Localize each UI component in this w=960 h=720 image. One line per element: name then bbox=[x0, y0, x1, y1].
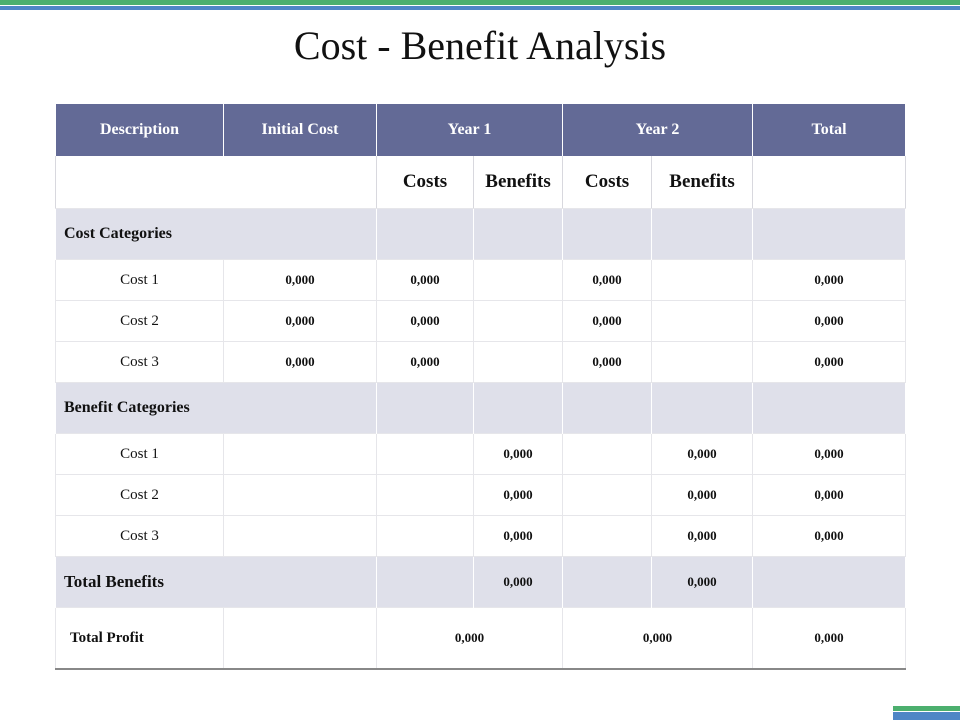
cell-year1-benefits bbox=[472, 300, 564, 342]
subheader-year2-benefits: Benefits bbox=[651, 156, 754, 209]
cell-year2-benefits bbox=[651, 259, 754, 301]
subheader-total-empty bbox=[752, 156, 907, 209]
cell-year1-costs bbox=[376, 433, 474, 475]
header-year-1: Year 1 bbox=[375, 104, 564, 156]
cell-total: 0,000 bbox=[752, 341, 907, 383]
cell-year1-benefits: 0,000 bbox=[472, 474, 564, 516]
cell-total: 0,000 bbox=[752, 515, 907, 557]
cell-initial-cost: 0,000 bbox=[223, 341, 377, 383]
total-profit-row: Total Profit 0,000 0,000 0,000 bbox=[55, 607, 907, 670]
cell-initial-cost bbox=[223, 433, 377, 475]
table-row: Cost 1 0,000 0,000 0,000 0,000 bbox=[55, 259, 907, 301]
table-row: Cost 2 0,000 0,000 0,000 bbox=[55, 474, 907, 516]
header-description: Description bbox=[55, 104, 224, 156]
cell-year1-costs bbox=[376, 474, 474, 516]
benefit-categories-label: Benefit Categories bbox=[55, 382, 377, 434]
total-benefits-row: Total Benefits 0,000 0,000 bbox=[55, 556, 907, 608]
table-subheader-row: Costs Benefits Costs Benefits bbox=[55, 156, 907, 209]
header-initial-cost: Initial Cost bbox=[223, 104, 377, 156]
total-benefits-year1: 0,000 bbox=[472, 556, 564, 608]
cell-year1-costs: 0,000 bbox=[376, 300, 474, 342]
cell-year2-costs: 0,000 bbox=[562, 341, 653, 383]
top-accent-bar-blue bbox=[0, 6, 960, 10]
row-label: Cost 3 bbox=[55, 341, 224, 383]
row-label: Cost 1 bbox=[55, 433, 224, 475]
header-total: Total bbox=[752, 104, 907, 156]
cost-categories-label: Cost Categories bbox=[55, 208, 377, 260]
cell-total: 0,000 bbox=[752, 300, 907, 342]
cell-total: 0,000 bbox=[752, 433, 907, 475]
cell-total: 0,000 bbox=[752, 259, 907, 301]
cell-year1-costs: 0,000 bbox=[376, 259, 474, 301]
bottom-accent-bar-green bbox=[893, 706, 960, 711]
cell-year2-benefits: 0,000 bbox=[651, 474, 754, 516]
subheader-year1-costs: Costs bbox=[376, 156, 474, 209]
cell-initial-cost bbox=[223, 474, 377, 516]
cell-year1-benefits: 0,000 bbox=[472, 433, 564, 475]
cell-year1-costs bbox=[376, 515, 474, 557]
cell-year2-costs bbox=[562, 433, 653, 475]
subheader-year1-benefits: Benefits bbox=[472, 156, 564, 209]
cell-year1-benefits bbox=[472, 341, 564, 383]
table-row: Cost 3 0,000 0,000 0,000 bbox=[55, 515, 907, 557]
cost-benefit-table: Description Initial Cost Year 1 Year 2 T… bbox=[55, 104, 907, 670]
row-label: Cost 2 bbox=[55, 474, 224, 516]
cost-categories-row: Cost Categories bbox=[55, 208, 907, 260]
table-row: Cost 3 0,000 0,000 0,000 0,000 bbox=[55, 341, 907, 383]
cell-year2-costs: 0,000 bbox=[562, 259, 653, 301]
top-accent-bar-green bbox=[0, 0, 960, 5]
total-profit-label: Total Profit bbox=[55, 607, 224, 670]
table-row: Cost 1 0,000 0,000 0,000 bbox=[55, 433, 907, 475]
cell-year2-benefits bbox=[651, 341, 754, 383]
cell-year1-costs: 0,000 bbox=[376, 341, 474, 383]
cell-year2-benefits: 0,000 bbox=[651, 433, 754, 475]
row-label: Cost 3 bbox=[55, 515, 224, 557]
table-row: Cost 2 0,000 0,000 0,000 0,000 bbox=[55, 300, 907, 342]
row-label: Cost 1 bbox=[55, 259, 224, 301]
cell-year2-costs: 0,000 bbox=[562, 300, 653, 342]
cell-initial-cost: 0,000 bbox=[223, 300, 377, 342]
cell-year1-benefits bbox=[472, 259, 564, 301]
slide-title: Cost - Benefit Analysis bbox=[293, 23, 667, 68]
total-profit-year2: 0,000 bbox=[562, 607, 754, 670]
cell-initial-cost: 0,000 bbox=[223, 259, 377, 301]
total-profit-year1: 0,000 bbox=[375, 607, 564, 670]
header-year-2: Year 2 bbox=[562, 104, 754, 156]
subheader-year2-costs: Costs bbox=[562, 156, 653, 209]
table-header-row: Description Initial Cost Year 1 Year 2 T… bbox=[55, 104, 907, 156]
cell-total: 0,000 bbox=[752, 474, 907, 516]
cell-year2-benefits: 0,000 bbox=[651, 515, 754, 557]
cell-year2-costs bbox=[562, 474, 653, 516]
cell-year2-costs bbox=[562, 515, 653, 557]
cell-year1-benefits: 0,000 bbox=[472, 515, 564, 557]
total-benefits-label: Total Benefits bbox=[55, 556, 377, 608]
cell-initial-cost bbox=[223, 515, 377, 557]
total-profit-total: 0,000 bbox=[752, 607, 907, 670]
row-label: Cost 2 bbox=[55, 300, 224, 342]
benefit-categories-row: Benefit Categories bbox=[55, 382, 907, 434]
total-benefits-year2: 0,000 bbox=[651, 556, 754, 608]
bottom-accent-bar-blue bbox=[893, 712, 960, 720]
cell-year2-benefits bbox=[651, 300, 754, 342]
subheader-empty bbox=[55, 156, 377, 209]
